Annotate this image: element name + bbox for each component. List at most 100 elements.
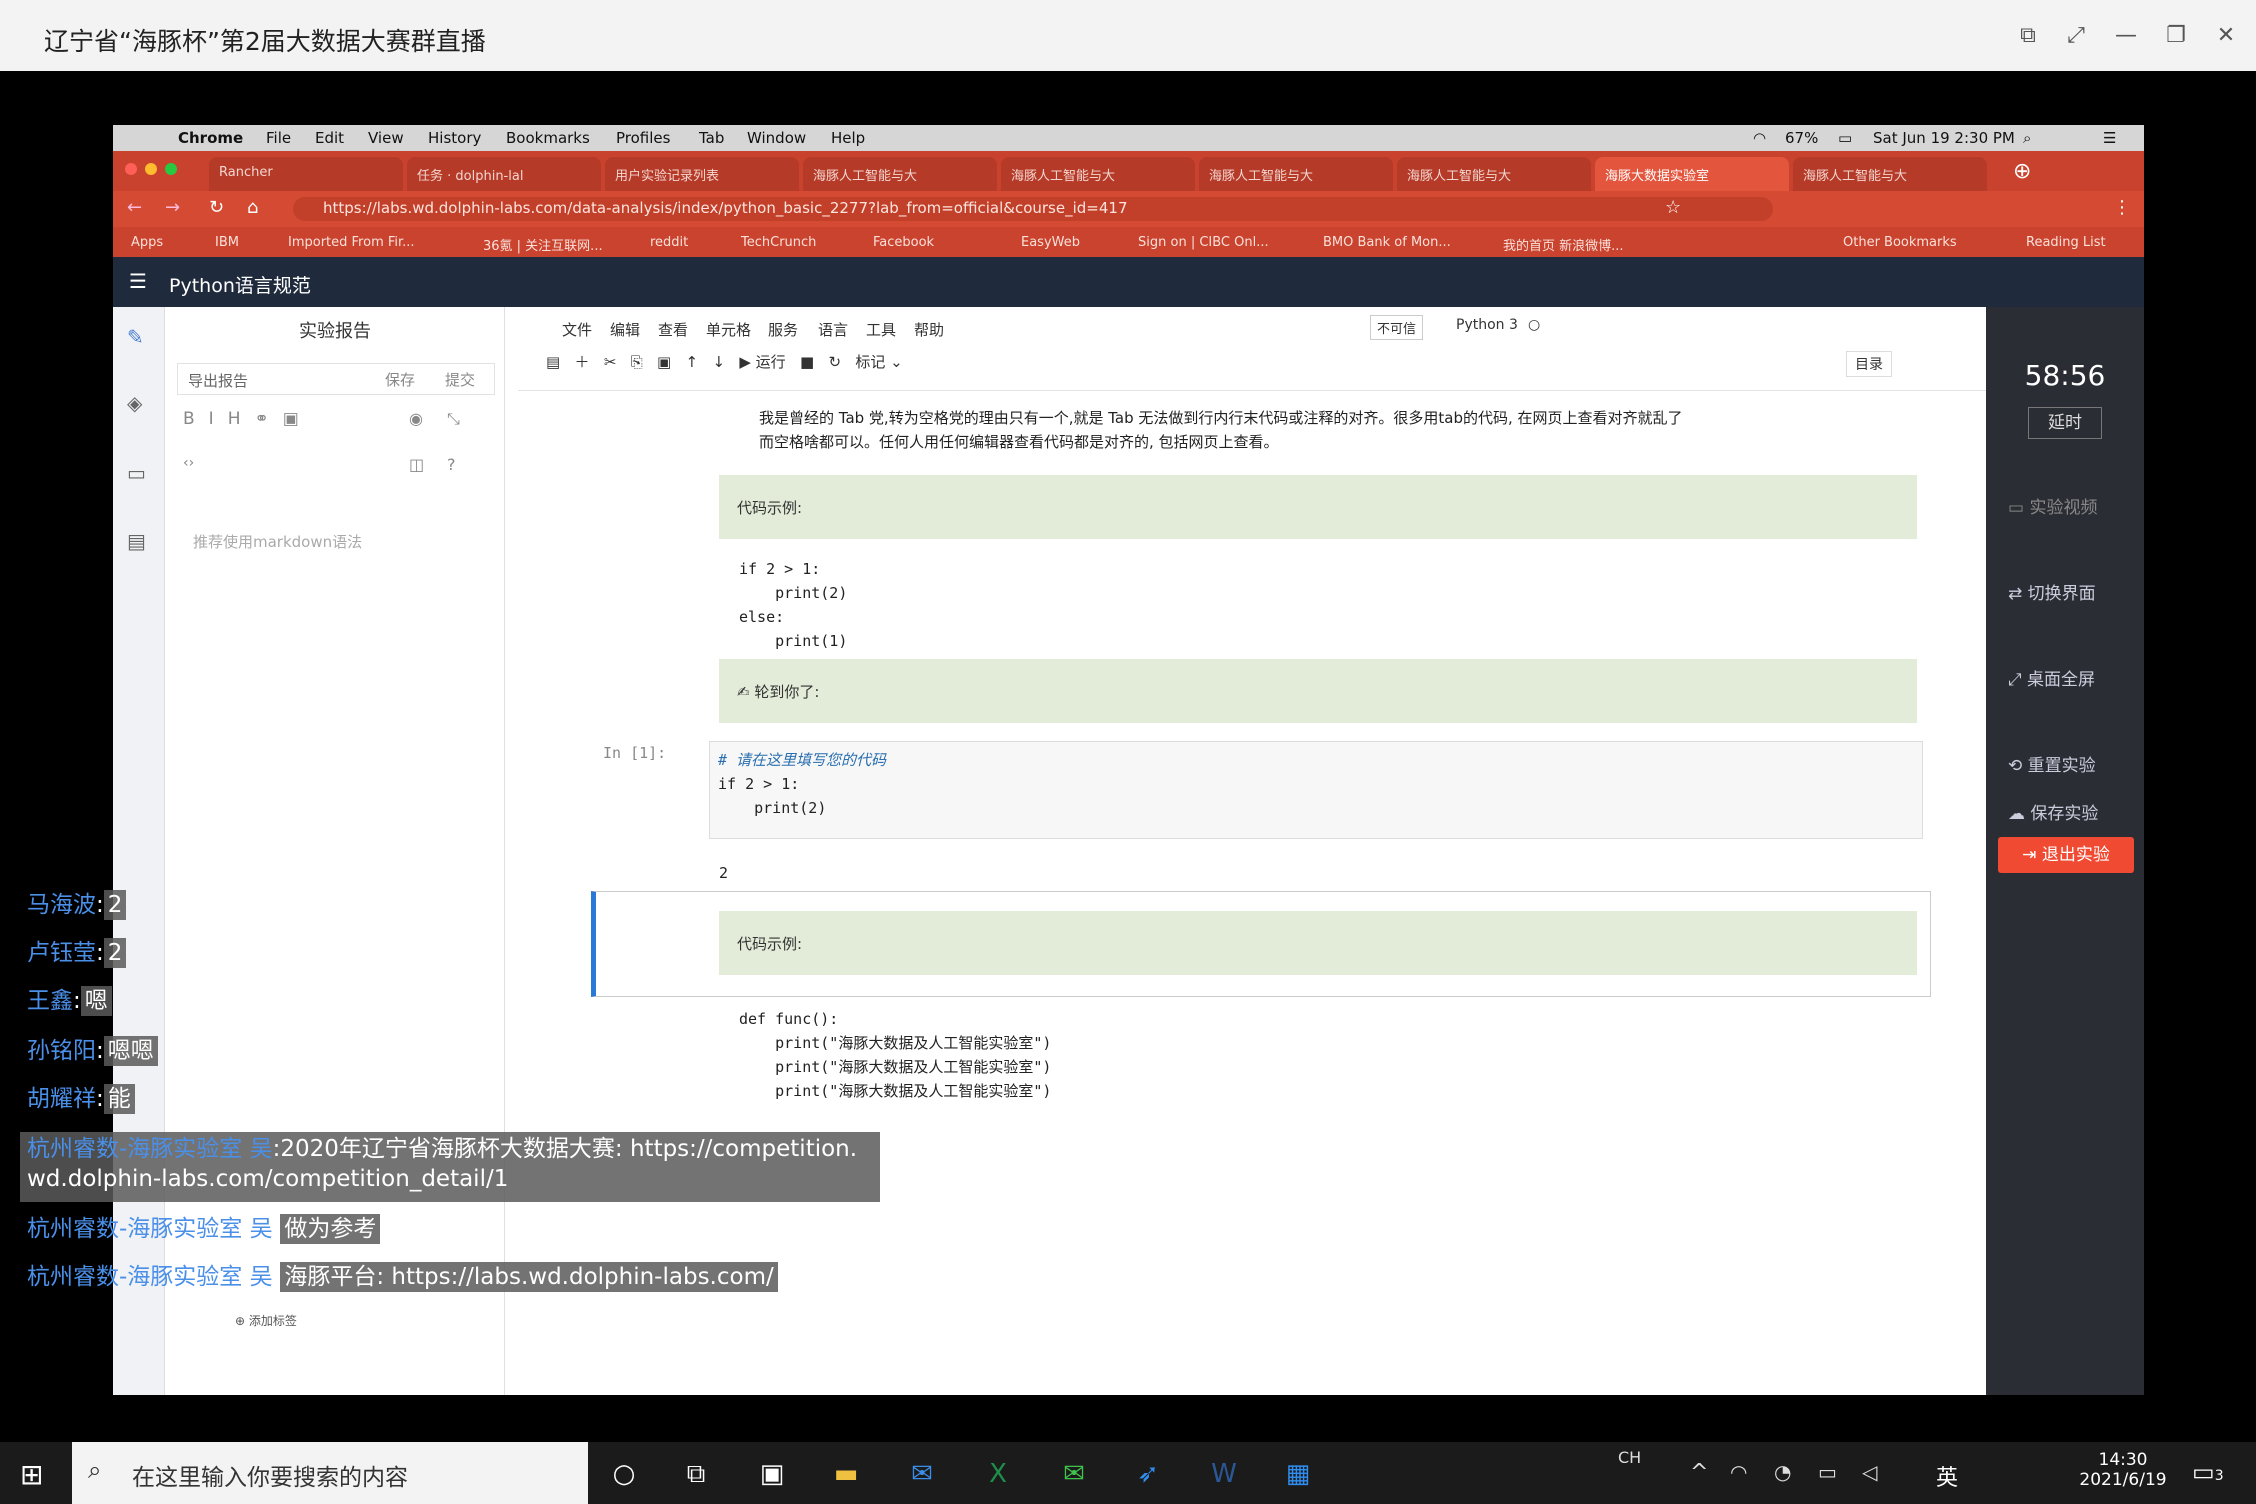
back-icon[interactable]: ← bbox=[127, 197, 142, 218]
excel-icon[interactable]: X bbox=[978, 1454, 1018, 1494]
nb-menu-tools[interactable]: 工具 bbox=[866, 319, 896, 340]
feishu-taskbar-icon[interactable]: ➶ bbox=[1128, 1454, 1168, 1494]
menu-profiles[interactable]: Profiles bbox=[616, 129, 670, 147]
bookmark-item[interactable]: TechCrunch bbox=[741, 235, 816, 250]
edit-icon[interactable]: ✎ bbox=[127, 325, 144, 349]
delay-button[interactable]: 延时 bbox=[2028, 407, 2102, 439]
nb-menu-file[interactable]: 文件 bbox=[562, 319, 592, 340]
traffic-close-icon[interactable] bbox=[125, 163, 137, 175]
menu-file[interactable]: File bbox=[266, 129, 291, 147]
bookmark-item[interactable]: Apps bbox=[131, 235, 163, 250]
notification-icon[interactable]: ▭3 bbox=[2192, 1458, 2224, 1486]
nb-menu-language[interactable]: 语言 bbox=[818, 319, 848, 340]
fullscreen-button[interactable]: ⤢ 桌面全屏 bbox=[2008, 665, 2095, 690]
bookmark-item[interactable]: Other Bookmarks bbox=[1843, 235, 1957, 250]
menu-app[interactable]: Chrome bbox=[178, 129, 243, 147]
url-field[interactable]: https://labs.wd.dolphin-labs.com/data-an… bbox=[293, 197, 1773, 221]
file-code-icon[interactable]: ▤ bbox=[127, 529, 146, 553]
taskbar-search[interactable]: ⌕ 在这里输入你要搜索的内容 bbox=[72, 1442, 588, 1504]
reset-button[interactable]: ⟲ 重置实验 bbox=[2008, 751, 2096, 776]
menu-help[interactable]: Help bbox=[831, 129, 865, 147]
bookmark-item[interactable]: 我的首页 新浪微博... bbox=[1503, 235, 1624, 254]
bookmark-item[interactable]: Imported From Fir... bbox=[288, 235, 415, 250]
code-cell-input[interactable]: # 请在这里填写您的代码 if 2 > 1: print(2) bbox=[709, 741, 1923, 839]
chat-author[interactable]: 卢钰莹 bbox=[27, 940, 96, 966]
battery-icon[interactable]: ▭ bbox=[1838, 129, 1852, 147]
bookmark-item[interactable]: reddit bbox=[650, 235, 688, 250]
chat-author[interactable]: 杭州睿数-海豚实验室 吴 bbox=[27, 1136, 273, 1162]
chat-author[interactable]: 王鑫 bbox=[27, 988, 73, 1014]
browser-tab-active[interactable]: 海豚大数据实验室 bbox=[1595, 157, 1789, 191]
app-taskbar-icon[interactable]: ▦ bbox=[1278, 1454, 1318, 1494]
bold-icon[interactable]: B bbox=[183, 409, 209, 429]
switch-button[interactable]: ⇄ 切换界面 bbox=[2008, 579, 2096, 604]
cut-icon[interactable]: ✂ bbox=[604, 353, 617, 371]
traffic-min-icon[interactable] bbox=[145, 163, 157, 175]
save-button[interactable]: 保存 bbox=[385, 369, 415, 390]
heading-icon[interactable]: H bbox=[228, 409, 255, 429]
new-tab-icon[interactable]: ⊕ bbox=[2013, 159, 2031, 184]
menu-bookmarks[interactable]: Bookmarks bbox=[506, 129, 590, 147]
cortana-icon[interactable]: ○ bbox=[604, 1454, 644, 1494]
traffic-max-icon[interactable] bbox=[165, 163, 177, 175]
copy-icon[interactable]: ⎘ bbox=[631, 353, 643, 371]
tray-wifi-icon[interactable]: ◔ bbox=[1774, 1460, 1791, 1484]
preview-icon[interactable]: ◉ bbox=[409, 409, 423, 428]
tray-battery-icon[interactable]: ▭ bbox=[1818, 1460, 1837, 1484]
bookmark-star-icon[interactable]: ☆ bbox=[1665, 197, 1681, 218]
menu-window[interactable]: Window bbox=[747, 129, 806, 147]
tray-network-icon[interactable]: ◠ bbox=[1730, 1460, 1747, 1484]
image-icon[interactable]: ▣ bbox=[283, 409, 313, 429]
toc-button[interactable]: 目录 bbox=[1846, 351, 1892, 377]
chat-author[interactable]: 杭州睿数-海豚实验室 吴 bbox=[27, 1216, 273, 1242]
chat-author[interactable]: 杭州睿数-海豚实验室 吴 bbox=[27, 1264, 273, 1290]
insert-cell-icon[interactable]: ＋ bbox=[575, 353, 590, 371]
help-icon[interactable]: ? bbox=[447, 455, 456, 474]
menu-view[interactable]: View bbox=[368, 129, 404, 147]
home-icon[interactable]: ⌂ bbox=[247, 197, 258, 218]
move-up-icon[interactable]: ↑ bbox=[686, 353, 699, 371]
chat-author[interactable]: 孙铭阳 bbox=[27, 1038, 96, 1064]
browser-tab[interactable]: 海豚人工智能与大 bbox=[1793, 157, 1987, 191]
pin-icon[interactable]: ⧉ bbox=[2010, 18, 2046, 54]
nb-menu-cell[interactable]: 单元格 bbox=[706, 319, 751, 340]
save-exp-button[interactable]: ☁ 保存实验 bbox=[2008, 799, 2098, 824]
windows-start-icon[interactable]: ⊞ bbox=[20, 1458, 43, 1491]
close-icon[interactable]: ✕ bbox=[2208, 18, 2244, 54]
browser-tab[interactable]: 海豚人工智能与大 bbox=[1199, 157, 1393, 191]
submit-button[interactable]: 提交 bbox=[445, 369, 475, 390]
fullscreen-editor-icon[interactable]: ⤡ bbox=[447, 409, 460, 429]
restore-icon[interactable]: ❐ bbox=[2158, 18, 2194, 54]
control-center-icon[interactable]: ☰ bbox=[2103, 129, 2116, 147]
italic-icon[interactable]: I bbox=[209, 409, 228, 429]
browser-menu-icon[interactable]: ⋮ bbox=[2113, 197, 2131, 218]
nb-menu-edit[interactable]: 编辑 bbox=[610, 319, 640, 340]
task-view-icon[interactable]: ⧉ bbox=[676, 1454, 716, 1494]
mail-icon[interactable]: ✉ bbox=[902, 1454, 942, 1494]
restart-icon[interactable]: ↻ bbox=[828, 353, 841, 371]
explorer-icon[interactable]: ▬ bbox=[826, 1454, 866, 1494]
hamburger-icon[interactable]: ☰ bbox=[129, 269, 147, 293]
bookmark-item[interactable]: Reading List bbox=[2026, 235, 2106, 250]
browser-tab[interactable]: 用户实验记录列表 bbox=[605, 157, 799, 191]
nb-menu-help[interactable]: 帮助 bbox=[914, 319, 944, 340]
store-icon[interactable]: ▣ bbox=[752, 1454, 792, 1494]
cell-type-select[interactable]: 标记 ⌄ bbox=[855, 353, 902, 371]
save-nb-icon[interactable]: ▤ bbox=[546, 353, 560, 371]
browser-tab[interactable]: 海豚人工智能与大 bbox=[1001, 157, 1195, 191]
menu-tab[interactable]: Tab bbox=[699, 129, 724, 147]
chat-author[interactable]: 胡耀祥 bbox=[27, 1086, 96, 1112]
browser-tab[interactable]: 任务 · dolphin-lal bbox=[407, 157, 601, 191]
nb-menu-kernel[interactable]: 服务 bbox=[768, 319, 798, 340]
bookmark-item[interactable]: IBM bbox=[215, 235, 239, 250]
run-button[interactable]: ▶ 运行 bbox=[739, 353, 785, 371]
wifi-icon[interactable]: ◠ bbox=[1753, 129, 1766, 147]
expand-icon[interactable]: ⤢ bbox=[2058, 18, 2094, 54]
wechat-taskbar-icon[interactable]: ✉ bbox=[1054, 1454, 1094, 1494]
layers-icon[interactable]: ◈ bbox=[127, 391, 142, 415]
paste-icon[interactable]: ▣ bbox=[657, 353, 671, 371]
browser-tab[interactable]: Rancher bbox=[209, 157, 403, 191]
move-down-icon[interactable]: ↓ bbox=[712, 353, 725, 371]
folder-icon[interactable]: ▭ bbox=[127, 461, 146, 485]
link-icon[interactable]: ⚭ bbox=[254, 409, 282, 429]
